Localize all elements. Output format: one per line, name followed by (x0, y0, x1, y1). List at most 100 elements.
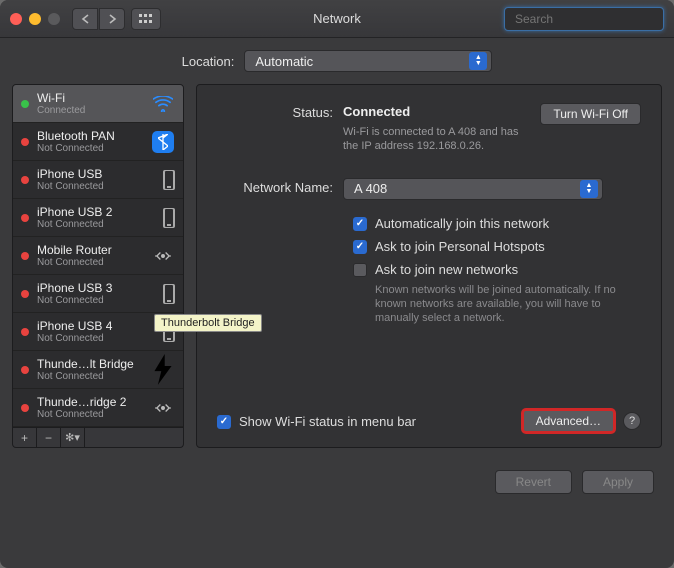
window-controls (10, 13, 60, 25)
sidebar-item[interactable]: Mobile RouterNot Connected (13, 237, 183, 275)
sidebar-item-status: Connected (37, 105, 151, 116)
sidebar-item[interactable]: iPhone USB 3Not Connected (13, 275, 183, 313)
search-input[interactable] (515, 12, 670, 26)
search-field[interactable] (504, 7, 664, 31)
chevron-right-icon (108, 14, 117, 24)
sidebar-item-status: Not Connected (37, 333, 163, 344)
sidebar-item-text: iPhone USB 2Not Connected (37, 205, 163, 230)
revert-button[interactable]: Revert (495, 470, 572, 494)
status-dot-icon (21, 138, 29, 146)
menubar-label: Show Wi-Fi status in menu bar (239, 414, 416, 429)
select-arrows-icon: ▲▼ (580, 180, 598, 198)
sidebar-item[interactable]: Thunde…lt BridgeNot Connected (13, 351, 183, 389)
sidebar-item-text: iPhone USB 4Not Connected (37, 319, 163, 344)
show-all-button[interactable] (131, 8, 161, 30)
interface-actions-button[interactable]: ✻▾ (61, 428, 85, 447)
select-arrows-icon: ▲▼ (469, 52, 487, 70)
sidebar-item-name: iPhone USB 3 (37, 281, 163, 295)
chevron-left-icon (81, 14, 90, 24)
sidebar-item-status: Not Connected (37, 295, 163, 306)
nav-buttons (72, 8, 125, 30)
sidebar-item[interactable]: iPhone USB 2Not Connected (13, 199, 183, 237)
grid-icon (139, 14, 153, 24)
sidebar-item-status: Not Connected (37, 143, 151, 154)
status-value: Connected (343, 104, 410, 119)
new-networks-note: Known networks will be joined automatica… (375, 283, 641, 326)
new-networks-checkbox[interactable] (353, 263, 367, 277)
window-title: Network (313, 11, 361, 26)
detail-panel: Status: Connected Wi-Fi is connected to … (196, 84, 662, 448)
back-button[interactable] (72, 8, 98, 30)
zoom-window-button (48, 13, 60, 25)
sidebar-item-status: Not Connected (37, 409, 151, 420)
sidebar-item-text: Wi-FiConnected (37, 91, 151, 116)
personal-hotspot-row: Ask to join Personal Hotspots (353, 239, 641, 254)
add-interface-button[interactable]: + (13, 428, 37, 447)
phone-icon (163, 208, 175, 228)
sidebar-item[interactable]: iPhone USBNot Connected (13, 161, 183, 199)
sidebar-item-name: Mobile Router (37, 243, 151, 257)
wifi-icon (151, 92, 175, 116)
main-area: Wi-FiConnectedBluetooth PANNot Connected… (0, 84, 674, 460)
forward-button[interactable] (99, 8, 125, 30)
sidebar-item-name: Thunde…lt Bridge (37, 357, 151, 371)
sidebar-item-status: Not Connected (37, 371, 151, 382)
apply-button[interactable]: Apply (582, 470, 654, 494)
status-dot-icon (21, 328, 29, 336)
auto-join-checkbox[interactable] (353, 217, 367, 231)
sidebar-item-name: Thunde…ridge 2 (37, 395, 151, 409)
sidebar-item-name: Bluetooth PAN (37, 129, 151, 143)
status-dot-icon (21, 214, 29, 222)
bluetooth-icon (151, 130, 175, 154)
interface-list: Wi-FiConnectedBluetooth PANNot Connected… (12, 84, 184, 428)
status-label: Status: (217, 103, 343, 154)
phone-icon (163, 170, 175, 190)
sidebar-item-name: Wi-Fi (37, 91, 151, 105)
bottom-row: Show Wi-Fi status in menu bar Advanced… … (217, 409, 641, 433)
sidebar-footer: + − ✻▾ (12, 428, 184, 448)
location-label: Location: (182, 54, 235, 69)
location-row: Location: Automatic ▲▼ (0, 38, 674, 84)
footer-buttons: Revert Apply (0, 460, 674, 508)
remove-interface-button[interactable]: − (37, 428, 61, 447)
status-subtext: Wi-Fi is connected to A 408 and has the … (343, 125, 524, 154)
new-networks-label: Ask to join new networks (375, 262, 518, 277)
advanced-button[interactable]: Advanced… (522, 409, 615, 433)
auto-join-label: Automatically join this network (375, 216, 549, 231)
sidebar-item-name: iPhone USB 4 (37, 319, 163, 333)
menubar-checkbox[interactable] (217, 415, 231, 429)
router-icon (151, 244, 175, 268)
network-name-row: Network Name: A 408 ▲▼ (217, 178, 641, 200)
sidebar-item[interactable]: Wi-FiConnected (13, 85, 183, 123)
sidebar-item-text: Thunde…lt BridgeNot Connected (37, 357, 151, 382)
auto-join-row: Automatically join this network (353, 216, 641, 231)
close-window-button[interactable] (10, 13, 22, 25)
status-dot-icon (21, 100, 29, 108)
tooltip: Thunderbolt Bridge (154, 314, 262, 332)
titlebar: Network (0, 0, 674, 38)
status-dot-icon (21, 290, 29, 298)
sidebar-item[interactable]: Thunde…ridge 2Not Connected (13, 389, 183, 427)
personal-hotspot-checkbox[interactable] (353, 240, 367, 254)
sidebar-item[interactable]: Bluetooth PANNot Connected (13, 123, 183, 161)
minimize-window-button[interactable] (29, 13, 41, 25)
status-dot-icon (21, 252, 29, 260)
new-networks-row: Ask to join new networks (353, 262, 641, 277)
sidebar-item-name: iPhone USB 2 (37, 205, 163, 219)
sidebar-container: Wi-FiConnectedBluetooth PANNot Connected… (12, 84, 184, 448)
location-select[interactable]: Automatic ▲▼ (244, 50, 492, 72)
network-name-select[interactable]: A 408 ▲▼ (343, 178, 603, 200)
help-button[interactable]: ? (623, 412, 641, 430)
sidebar-item-status: Not Connected (37, 181, 163, 192)
status-dot-icon (21, 366, 29, 374)
menubar-row: Show Wi-Fi status in menu bar (217, 414, 416, 429)
sidebar-item-status: Not Connected (37, 219, 163, 230)
sidebar-item-text: Bluetooth PANNot Connected (37, 129, 151, 154)
status-dot-icon (21, 176, 29, 184)
turn-wifi-off-button[interactable]: Turn Wi-Fi Off (540, 103, 641, 125)
phone-icon (163, 284, 175, 304)
network-name-label: Network Name: (217, 178, 343, 200)
status-row: Status: Connected Wi-Fi is connected to … (217, 103, 641, 154)
location-value: Automatic (255, 54, 313, 69)
thunderbolt-icon (151, 358, 175, 382)
